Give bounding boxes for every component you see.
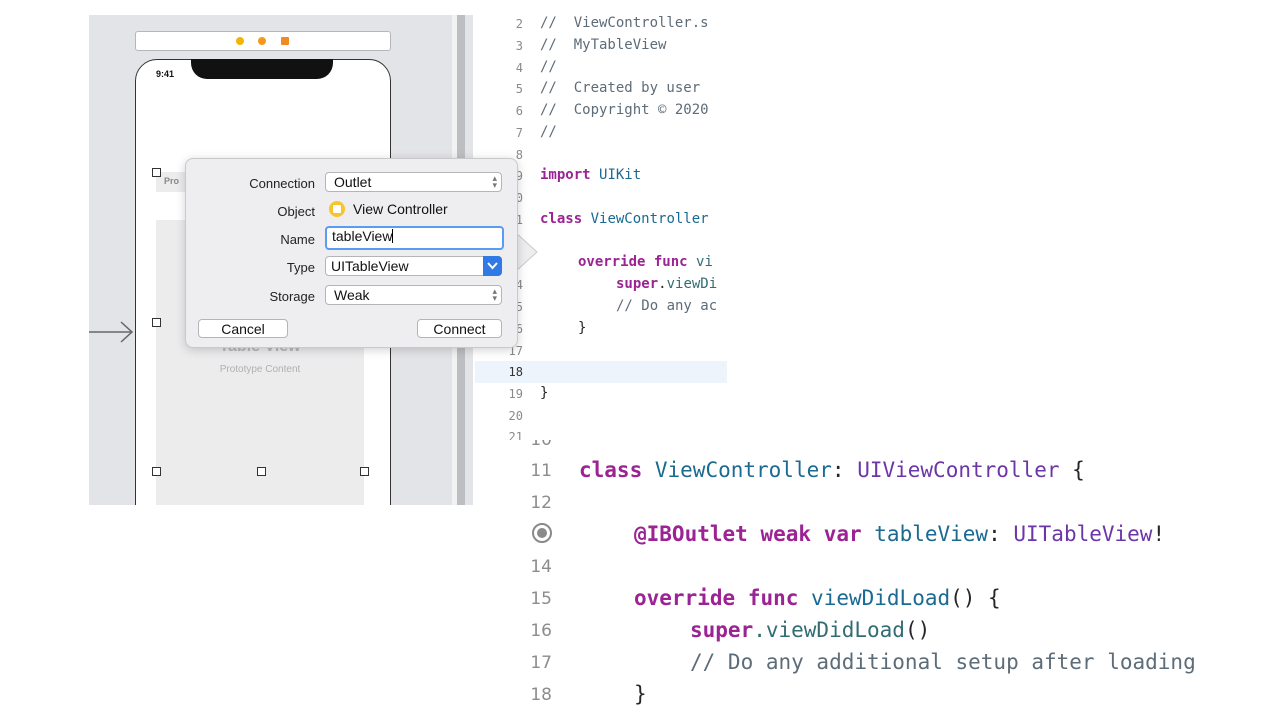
popover-arrow: [515, 232, 538, 272]
code-line: //: [540, 124, 557, 140]
scene-dock: [135, 31, 391, 51]
view-controller-icon: [329, 201, 345, 217]
line-number: 20: [508, 409, 523, 423]
updown-chevron-icon: ▴ ▾: [492, 286, 497, 303]
resize-handle-middle-left[interactable]: [152, 318, 161, 327]
type-label: Type: [286, 260, 315, 275]
line-number: 5: [515, 82, 523, 96]
first-responder-icon[interactable]: [236, 37, 244, 45]
status-time: 9:41: [156, 69, 175, 79]
code-line-super: super.viewDi: [616, 276, 718, 292]
storage-value: Weak: [334, 287, 370, 303]
code-editor-zoomed[interactable]: 10 11 class ViewController: UIViewContro…: [475, 440, 1280, 720]
text-caret: [392, 229, 394, 243]
line-number: 11: [530, 461, 552, 481]
line-number: 2: [515, 17, 523, 31]
connection-label: Connection: [249, 176, 315, 191]
name-input-value: tableView: [332, 228, 393, 244]
storage-label: Storage: [269, 289, 315, 304]
code-line-close-brace: }: [634, 682, 647, 706]
code-line-import: import UIKit: [540, 167, 642, 183]
type-dropdown-button[interactable]: [483, 256, 502, 276]
device-notch: [191, 59, 333, 79]
connection-value: Outlet: [334, 174, 372, 190]
code-line-super: super.viewDidLoad(): [690, 618, 931, 642]
line-number: 19: [508, 387, 523, 401]
name-label: Name: [280, 232, 315, 247]
line-number: 10: [530, 440, 552, 450]
code-line-comment: // Do any ac: [616, 298, 718, 314]
outlet-connection-popover: Connection Outlet ▴ ▾ Object View Control…: [185, 158, 518, 348]
type-combobox[interactable]: UITableView: [325, 256, 502, 276]
line-number: 16: [530, 621, 552, 641]
prototype-header-label: Pro: [164, 176, 180, 186]
exit-icon[interactable]: [281, 37, 289, 45]
code-line-class: class ViewController: [540, 211, 709, 227]
line-number: 3: [515, 39, 523, 53]
code-line-close-brace: }: [578, 320, 587, 336]
initial-arrow-icon: [89, 321, 133, 343]
line-number: 15: [530, 589, 552, 609]
name-input[interactable]: tableView: [325, 226, 504, 250]
connection-select[interactable]: Outlet ▴ ▾: [325, 172, 502, 192]
resize-handle-top-left[interactable]: [152, 168, 161, 177]
code-line-iboutlet: @IBOutlet weak var tableView: UITableVie…: [634, 522, 1166, 546]
line-number: 12: [530, 493, 552, 513]
object-value: View Controller: [353, 201, 448, 217]
cancel-button[interactable]: Cancel: [198, 319, 288, 338]
resize-handle-bottom-right[interactable]: [360, 467, 369, 476]
line-number: 6: [515, 104, 523, 118]
type-row: Type UITableView: [186, 256, 516, 278]
line-number: 7: [515, 126, 523, 140]
connect-button[interactable]: Connect: [417, 319, 502, 338]
object-label: Object: [277, 204, 315, 219]
table-view-subtitle: Prototype Content: [219, 364, 301, 375]
chevron-down-icon: [487, 262, 498, 270]
view-controller-icon[interactable]: [258, 37, 266, 45]
code-line-class-declaration: class ViewController: UIViewController {: [579, 458, 1085, 482]
code-line-override: override func viewDidLoad() {: [634, 586, 1001, 610]
resize-handle-bottom-center[interactable]: [257, 467, 266, 476]
code-line-override: override func vi: [578, 254, 713, 270]
line-number: 14: [530, 557, 552, 577]
type-value: UITableView: [331, 258, 409, 274]
line-number: 18: [530, 685, 552, 705]
storage-select[interactable]: Weak ▴ ▾: [325, 285, 502, 305]
code-line-class-close: }: [540, 385, 549, 401]
outlet-connected-icon[interactable]: [532, 523, 552, 543]
name-row: Name tableView: [186, 226, 516, 250]
storage-row: Storage Weak ▴ ▾: [186, 285, 516, 307]
line-number-current: 18: [508, 365, 523, 379]
code-line-comment: // Do any additional setup after loading: [690, 650, 1196, 674]
object-row: Object View Controller: [186, 200, 516, 222]
code-line: // ViewController.s: [540, 15, 709, 31]
line-number: 21: [508, 430, 523, 440]
line-number: 4: [515, 61, 523, 75]
updown-chevron-icon: ▴ ▾: [492, 173, 497, 190]
code-line: // Created by user: [540, 80, 701, 96]
connection-row: Connection Outlet ▴ ▾: [186, 172, 516, 194]
line-number: 17: [530, 653, 552, 673]
resize-handle-bottom-left[interactable]: [152, 467, 161, 476]
code-line: // Copyright © 2020: [540, 102, 709, 118]
code-line: //: [540, 59, 557, 75]
code-line: // MyTableView: [540, 37, 667, 53]
